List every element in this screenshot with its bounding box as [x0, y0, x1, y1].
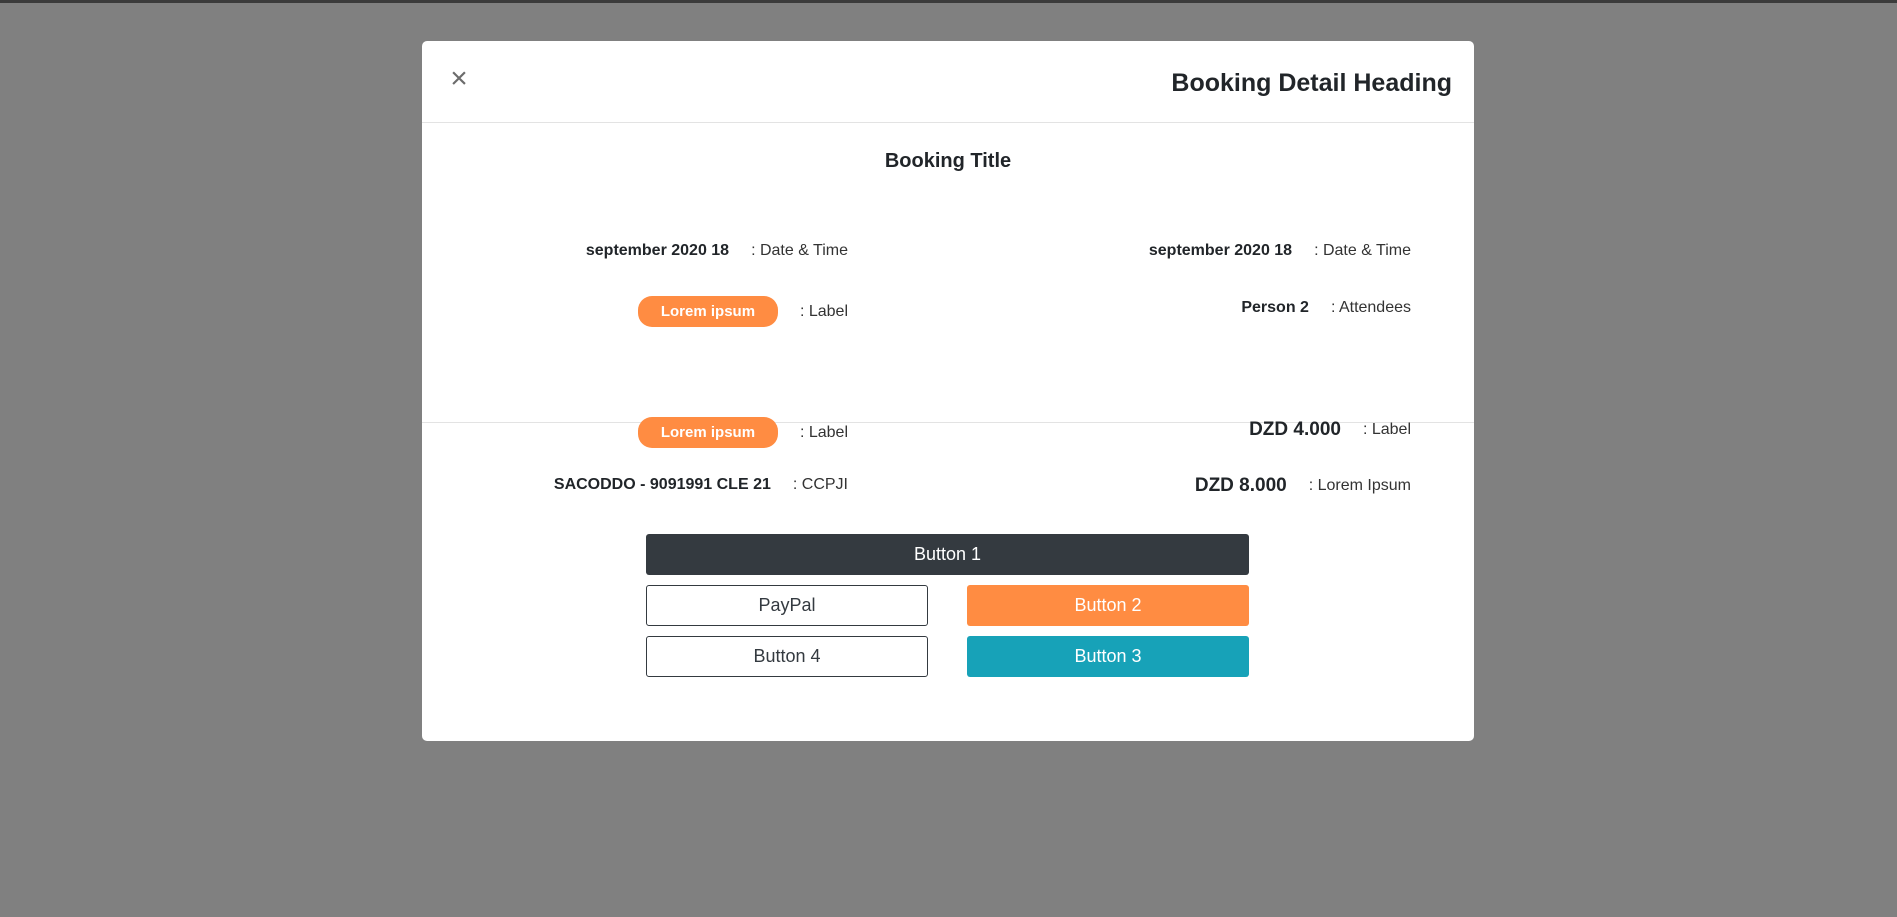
date-time-right-row: september 2020 18 : Date & Time	[1149, 242, 1411, 260]
date-time-left-row: september 2020 18 : Date & Time	[586, 242, 848, 260]
button-1[interactable]: Button 1	[646, 534, 1249, 575]
date-time-left-label: : Date & Time	[751, 242, 848, 259]
ccp-value: SACODDO - 9091991 CLE 21	[553, 476, 771, 493]
paypal-button[interactable]: PayPal	[646, 585, 928, 626]
amount1-value: DZD 4.000	[1249, 419, 1341, 440]
booking-detail-modal: × Booking Detail Heading Booking Title s…	[422, 41, 1474, 741]
attendees-label: : Attendees	[1330, 299, 1411, 316]
button-3[interactable]: Button 3	[967, 636, 1249, 677]
tag-left-row: Lorem ipsum : Label	[637, 296, 848, 327]
modal-heading: Booking Detail Heading	[1171, 69, 1452, 97]
payment-tag-row: Lorem ipsum : Label	[637, 417, 848, 448]
attendees-row: Person 2 : Attendees	[1241, 299, 1411, 317]
ccp-label: : CCPJI	[792, 476, 848, 493]
amount2-row: DZD 8.000 : Lorem Ipsum	[1195, 475, 1411, 497]
payment-tag-label: : Label	[799, 423, 848, 441]
close-icon[interactable]: ×	[444, 61, 474, 97]
button-4[interactable]: Button 4	[646, 636, 928, 677]
ccp-row: SACODDO - 9091991 CLE 21 : CCPJI	[554, 476, 848, 494]
status-badge: Lorem ipsum	[637, 296, 778, 327]
modal-header: × Booking Detail Heading	[422, 41, 1474, 123]
date-time-right-label: : Date & Time	[1314, 242, 1411, 259]
amount1-label: : Label	[1362, 421, 1411, 438]
amount1-row: DZD 4.000 : Label	[1249, 419, 1411, 441]
date-time-right-value: september 2020 18	[1148, 242, 1293, 259]
button-2[interactable]: Button 2	[967, 585, 1249, 626]
date-time-left-value: september 2020 18	[585, 242, 730, 259]
amount2-label: : Lorem Ipsum	[1308, 477, 1411, 494]
amount2-value: DZD 8.000	[1194, 475, 1287, 496]
attendees-value: Person 2	[1241, 299, 1309, 316]
tag-left-label: : Label	[799, 302, 848, 320]
window-top-border	[0, 0, 1897, 3]
booking-title: Booking Title	[884, 150, 1012, 172]
payment-status-badge: Lorem ipsum	[637, 417, 778, 448]
